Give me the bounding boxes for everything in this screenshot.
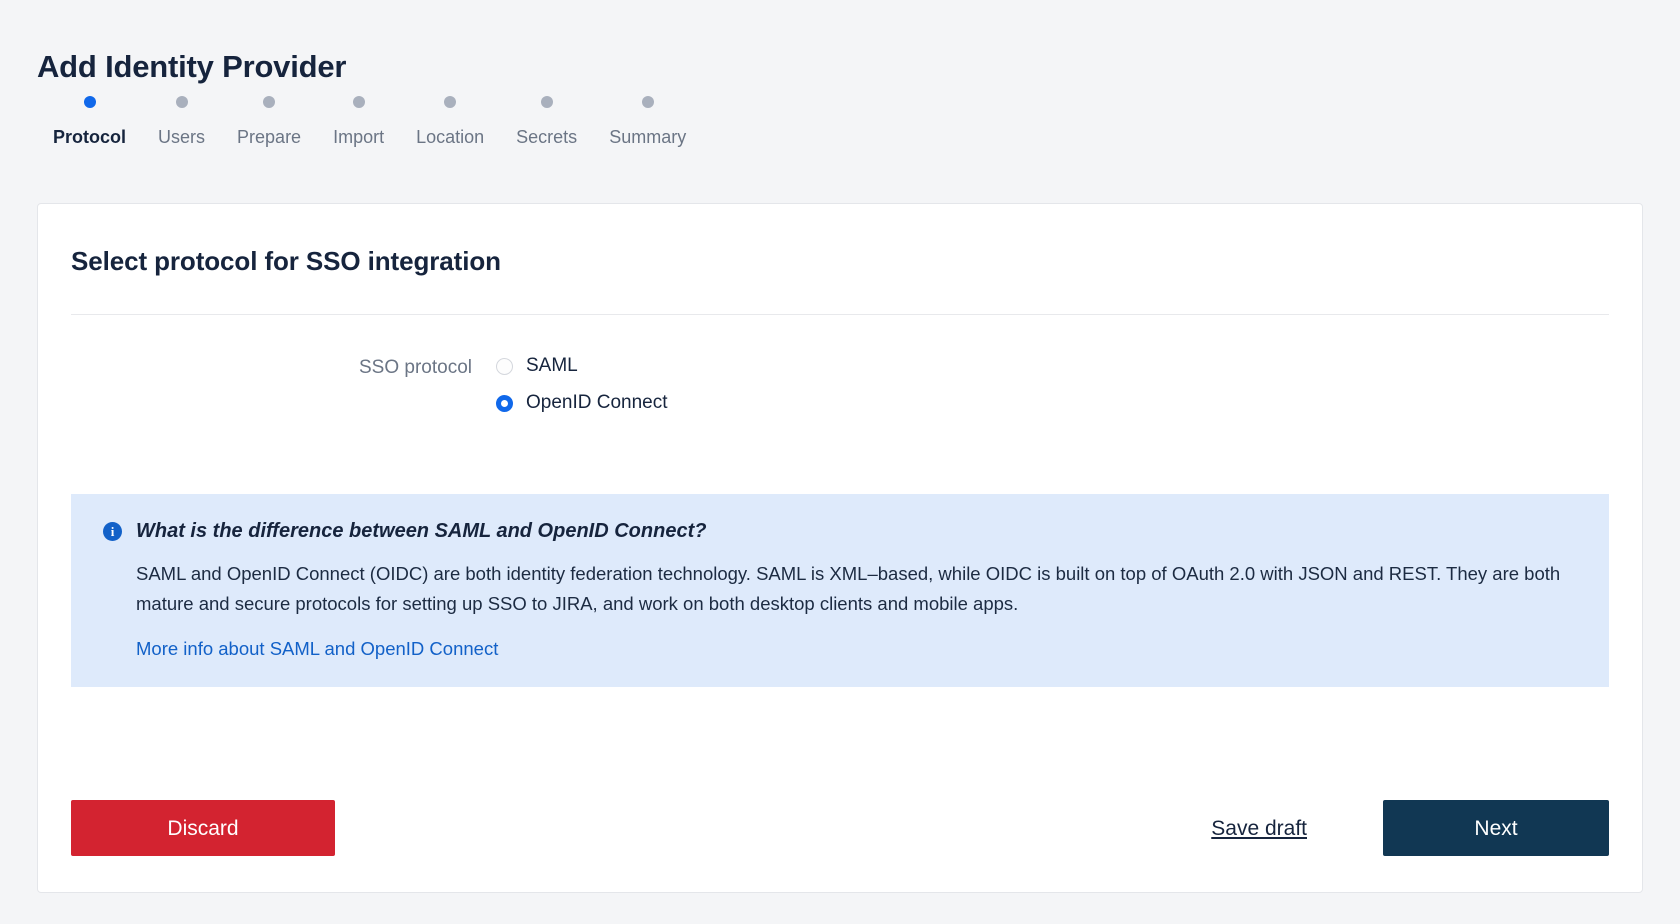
stepper-step-prepare[interactable]: Prepare [221,96,317,146]
radio-option-label: OpenID Connect [526,392,668,413]
page-title: Add Identity Provider [37,48,347,84]
step-dot-icon [263,96,276,108]
page-root: Add Identity Provider Protocol Users Pre… [0,0,1680,924]
more-info-link[interactable]: More info about SAML and OpenID Connect [136,638,498,660]
info-panel-title: What is the difference between SAML and … [136,520,707,542]
card-actions: Discard Save draft Next [71,800,1609,856]
radio-circle-icon [496,357,513,375]
step-dot-icon [641,96,654,108]
card-content: Select protocol for SSO integration SSO … [38,204,1642,892]
step-dot-icon [444,96,457,108]
card-divider [71,314,1609,315]
stepper-step-label: Secrets [516,127,578,147]
info-panel-header: i What is the difference between SAML an… [103,518,1577,544]
info-circle-icon: i [103,522,122,541]
stepper-step-label: Prepare [237,127,302,147]
info-panel-body: SAML and OpenID Connect (OIDC) are both … [136,563,1561,614]
step-dot-icon [540,96,553,108]
stepper-step-label: Location [416,127,485,147]
save-draft-button[interactable]: Save draft [1197,800,1321,856]
wizard-stepper: Protocol Users Prepare Import Location S… [37,96,702,146]
step-dot-icon [352,96,365,108]
discard-button[interactable]: Discard [71,800,335,856]
sso-protocol-radio-group: SAML OpenID Connect [496,354,668,413]
stepper-step-summary[interactable]: Summary [593,96,702,146]
radio-option-label: SAML [526,355,578,376]
next-button[interactable]: Next [1383,800,1609,856]
radio-circle-selected-icon [496,394,513,412]
stepper-step-import[interactable]: Import [317,96,400,146]
step-dot-icon [83,96,96,108]
sso-protocol-field: SSO protocol SAML OpenID Connect [71,354,1609,413]
stepper-step-protocol[interactable]: Protocol [37,96,142,146]
step-dot-icon [175,96,188,108]
stepper-step-label: Import [333,127,385,147]
stepper-step-label: Protocol [53,127,127,147]
radio-option-saml[interactable]: SAML [496,356,668,376]
stepper-step-label: Users [158,127,206,147]
stepper-step-label: Summary [609,127,687,147]
stepper-step-location[interactable]: Location [400,96,500,146]
protocol-card: Select protocol for SSO integration SSO … [37,203,1643,893]
stepper-step-users[interactable]: Users [142,96,221,146]
radio-option-openid-connect[interactable]: OpenID Connect [496,393,668,413]
sso-protocol-label: SSO protocol [359,357,472,378]
card-title: Select protocol for SSO integration [71,246,501,276]
info-panel: i What is the difference between SAML an… [71,494,1609,687]
stepper-step-secrets[interactable]: Secrets [500,96,593,146]
